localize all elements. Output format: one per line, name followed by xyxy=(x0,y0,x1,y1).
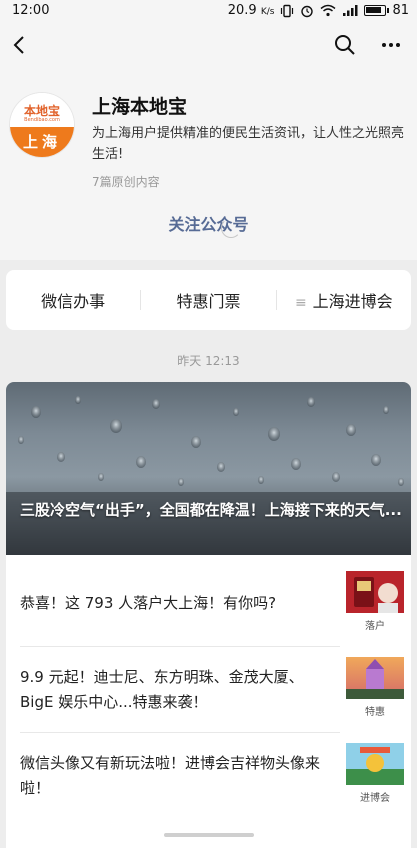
article-title: 微信头像又有新玩法啦！进博会吉祥物头像来啦！ xyxy=(20,754,321,797)
account-menu: 微信办事 特惠门票 ≡ 上海进博会 xyxy=(6,270,411,330)
battery-icon xyxy=(364,5,390,16)
menu-item-wechat-services[interactable]: 微信办事 xyxy=(6,288,140,312)
status-time: 12:00 xyxy=(12,3,50,18)
vibrate-icon xyxy=(281,4,294,17)
account-profile: 本地宝 Bendibao.com 上海 上海本地宝 为上海用户提供精准的便民生活… xyxy=(0,68,417,260)
article-title: 9.9 元起！迪士尼、东方明珠、金茂大厦、BigE 娱乐中心...特惠来袭！ xyxy=(20,668,304,711)
article-title: 恭喜！这 793 人落户大上海！有你吗? xyxy=(20,594,277,612)
signal-icon xyxy=(343,5,358,16)
feed-timestamp: 昨天 12:13 xyxy=(177,354,240,368)
article-thumbnail xyxy=(346,571,404,613)
menu-item-expo[interactable]: ≡ 上海进博会 xyxy=(277,288,411,312)
network-speed: 20.9 K/s xyxy=(227,3,275,18)
list-item[interactable]: 9.9 元起！迪士尼、东方明珠、金茂大厦、BigE 娱乐中心...特惠来袭！ 特… xyxy=(6,647,411,733)
logo-city-text: 上海 xyxy=(22,133,61,151)
thumbnail-label: 进博会 xyxy=(360,793,390,804)
article-thumbnail xyxy=(346,657,404,699)
follow-button[interactable]: 关注公众号 xyxy=(0,211,417,238)
thumbnail-label: 落户 xyxy=(365,621,385,632)
article-card: 三股冷空气“出手”，全国都在降温！上海接下来的天气... 恭喜！这 793 人落… xyxy=(6,382,411,848)
list-item[interactable]: 恭喜！这 793 人落户大上海！有你吗? 落户 xyxy=(6,561,411,647)
article-thumbnail xyxy=(346,743,404,785)
account-name: 上海本地宝 xyxy=(92,96,188,118)
loading-spinner-icon xyxy=(221,218,241,238)
battery-level: 81 xyxy=(392,3,409,18)
menu-list-icon: ≡ xyxy=(294,295,307,311)
original-count[interactable]: 7篇原创内容 xyxy=(92,173,160,190)
nav-bar xyxy=(0,22,417,68)
home-indicator[interactable] xyxy=(164,833,254,837)
status-bar: 12:00 20.9 K/s 81 xyxy=(0,0,417,22)
hero-article-title: 三股冷空气“出手”，全国都在降温！上海接下来的天气... xyxy=(20,501,402,519)
more-dots-icon[interactable] xyxy=(377,31,405,59)
thumbnail-label: 特惠 xyxy=(365,707,385,718)
wifi-icon xyxy=(320,4,336,17)
rain-window-image xyxy=(6,396,411,555)
logo-sub-text: Bendibao.com xyxy=(24,117,60,123)
account-avatar[interactable]: 本地宝 Bendibao.com 上海 xyxy=(10,93,74,157)
account-description: 为上海用户提供精准的便民生活资讯，让人性之光照亮生活! xyxy=(92,126,405,162)
hero-article[interactable]: 三股冷空气“出手”，全国都在降温！上海接下来的天气... xyxy=(6,382,411,555)
status-icons: 20.9 K/s 81 xyxy=(228,3,409,18)
alarm-icon xyxy=(301,5,314,17)
search-icon[interactable] xyxy=(331,31,359,59)
list-item[interactable]: 微信头像又有新玩法啦！进博会吉祥物头像来啦！ 进博会 xyxy=(6,733,411,819)
chevron-left-icon[interactable] xyxy=(6,31,34,59)
menu-item-tickets[interactable]: 特惠门票 xyxy=(141,288,275,312)
